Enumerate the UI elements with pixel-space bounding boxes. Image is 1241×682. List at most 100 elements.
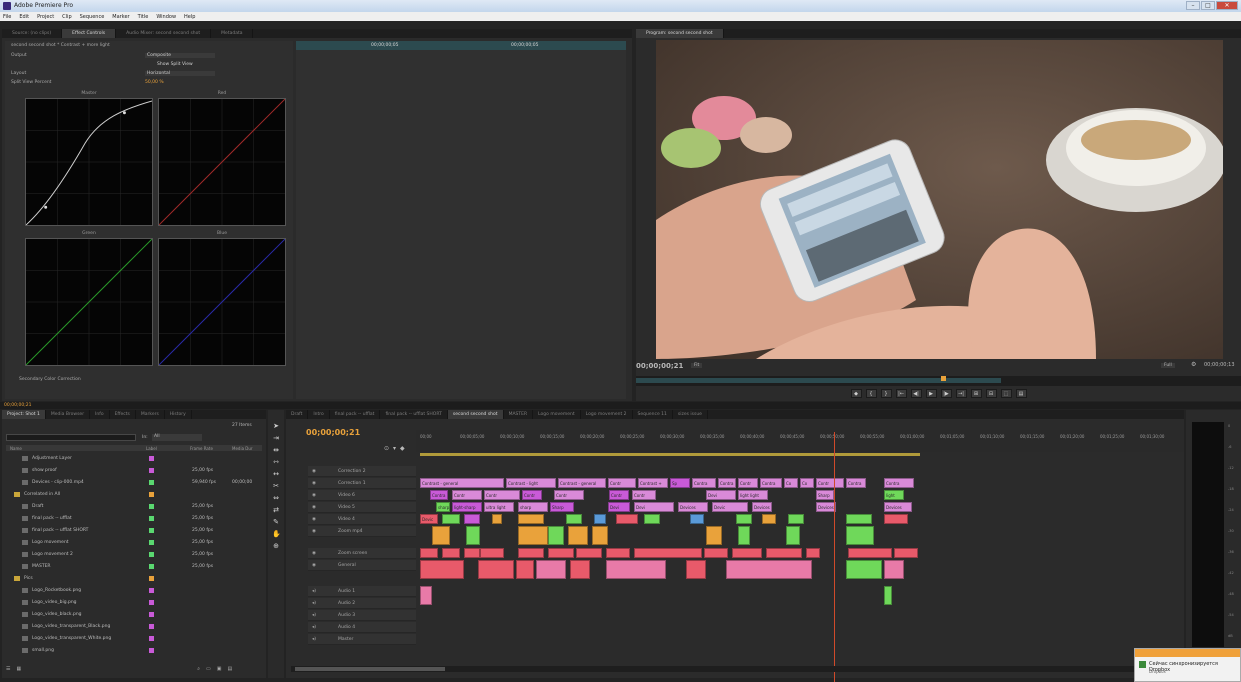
menu-help[interactable]: Help	[184, 14, 195, 20]
timeline-clip[interactable]	[492, 514, 502, 524]
tab-seq-intro[interactable]: Intro	[308, 410, 330, 419]
snap-icon[interactable]: ⊙	[384, 445, 389, 452]
timeline-clip[interactable]	[464, 548, 480, 558]
tab-source[interactable]: Source: (no clips)	[2, 29, 63, 38]
timeline-clip[interactable]	[644, 514, 660, 524]
tab-seq-final-pack[interactable]: final pack -- ufflat	[330, 410, 381, 419]
timeline-clip[interactable]	[686, 560, 706, 579]
timeline-clip[interactable]	[478, 560, 514, 579]
tab-project[interactable]: Project: Shot 1	[2, 410, 46, 419]
timeline-clip[interactable]	[432, 526, 450, 545]
label-color-chip[interactable]	[149, 624, 154, 629]
tab-program[interactable]: Program: second second shot	[636, 29, 724, 38]
project-item[interactable]: Adjustment Layer	[6, 454, 262, 464]
fit-dropdown[interactable]: Fit	[691, 363, 703, 368]
hand-tool-icon[interactable]: ✋	[272, 530, 281, 538]
eye-icon[interactable]: ◉	[312, 517, 316, 522]
timeline-ruler[interactable]: 00;00 00;00;05;00 00;00;10;00 00;00;15;00 00…	[416, 430, 1184, 452]
timeline-clip[interactable]: Contr	[522, 490, 542, 500]
master-curve[interactable]	[25, 98, 153, 226]
track-header[interactable]: ◉ Video 5	[308, 502, 416, 513]
timeline-clip[interactable]	[518, 526, 548, 545]
maximize-button[interactable]: □	[1201, 1, 1215, 10]
trash-icon[interactable]: ▤	[228, 666, 233, 675]
timeline-clip[interactable]: Devi	[634, 502, 674, 512]
slip-tool-icon[interactable]: ⇔	[272, 494, 280, 502]
tab-metadata[interactable]: Metadata	[211, 29, 254, 38]
play-button[interactable]: ▶	[925, 389, 937, 398]
project-item[interactable]: MASTER 25,00 fps	[6, 562, 262, 572]
step-back-button[interactable]: ◀|	[910, 389, 922, 398]
tab-effect-controls[interactable]: Effect Controls	[62, 29, 117, 38]
timeline-clip[interactable]: Devi	[706, 490, 736, 500]
menu-edit[interactable]: Edit	[19, 14, 29, 20]
tab-seq-logo-movement[interactable]: Logo movement	[533, 410, 581, 419]
timeline-clip[interactable]: ultra light	[484, 502, 514, 512]
timeline-clip[interactable]: Contrast - light	[506, 478, 556, 488]
timeline-clip[interactable]	[788, 514, 804, 524]
timeline-clip[interactable]: Devices	[678, 502, 708, 512]
project-item[interactable]: Logo_video_transparent_Black.png	[6, 622, 262, 632]
ripple-edit-tool-icon[interactable]: ⇹	[272, 446, 280, 454]
timeline-clip[interactable]: Devices	[884, 502, 912, 512]
project-item[interactable]: final pack -- ufflat 25,00 fps	[6, 514, 262, 524]
marker-icon[interactable]: ▾	[393, 445, 396, 452]
project-item[interactable]: Logo_video_transparent_White.png	[6, 634, 262, 644]
col-label[interactable]: Label	[146, 446, 157, 451]
close-button[interactable]: ✕	[1216, 1, 1238, 10]
col-name[interactable]: Name	[10, 446, 22, 451]
tab-seq-logo-movement-2[interactable]: Logo movement 2	[581, 410, 633, 419]
step-forward-button[interactable]: |▶	[940, 389, 952, 398]
timeline-clip[interactable]	[690, 514, 704, 524]
timeline-clip[interactable]: Devices	[816, 502, 836, 512]
tab-history[interactable]: History	[165, 410, 192, 419]
track-header[interactable]: ◉ Correction 1	[308, 478, 416, 489]
timeline-clip[interactable]	[420, 560, 464, 579]
timeline-clip[interactable]	[518, 548, 544, 558]
menu-clip[interactable]: Clip	[62, 14, 71, 20]
eye-icon[interactable]: ◉	[312, 493, 316, 498]
timeline-clip[interactable]	[894, 548, 918, 558]
label-color-chip[interactable]	[149, 504, 154, 509]
track-header[interactable]: ◉ General	[308, 560, 416, 571]
project-item[interactable]: Devices - clip-000.mp4 59,940 fps 00;00;00	[6, 478, 262, 488]
timeline-clip[interactable]	[884, 560, 904, 579]
go-to-out-button[interactable]: →|	[955, 389, 967, 398]
timeline-clip[interactable]	[606, 548, 630, 558]
timeline-clip[interactable]	[576, 548, 602, 558]
zoom-tool-icon[interactable]: ⊕	[272, 542, 280, 550]
project-item[interactable]: show proof 25,00 fps	[6, 466, 262, 476]
label-color-chip[interactable]	[149, 648, 154, 653]
timeline-clip[interactable]	[726, 560, 812, 579]
new-bin-icon[interactable]: ▭	[206, 666, 211, 675]
timeline-clip[interactable]: Contrast - general	[558, 478, 606, 488]
eye-icon[interactable]: ◉	[312, 551, 316, 556]
timeline-clip[interactable]: Contra	[718, 478, 736, 488]
eye-icon[interactable]: ◉	[312, 481, 316, 486]
slide-tool-icon[interactable]: ⇄	[272, 506, 280, 514]
track-header[interactable]: ◉ Video 6	[308, 490, 416, 501]
label-color-chip[interactable]	[149, 612, 154, 617]
label-color-chip[interactable]	[149, 468, 154, 473]
timeline-clip[interactable]: Contr	[484, 490, 520, 500]
timeline-clip[interactable]: Contra	[692, 478, 716, 488]
timeline-clip[interactable]	[566, 514, 582, 524]
timeline-clip[interactable]: Devic	[420, 514, 438, 524]
secondary-color-correction[interactable]: Secondary Color Correction	[19, 377, 81, 384]
go-to-in-button[interactable]: |←	[895, 389, 907, 398]
mark-in-button[interactable]: {	[865, 389, 877, 398]
settings-button[interactable]: ▤	[1015, 389, 1027, 398]
timeline-clip[interactable]	[518, 514, 544, 524]
timeline-clip[interactable]: sharp	[518, 502, 548, 512]
timeline-clip[interactable]: light light	[738, 490, 768, 500]
col-media-duration[interactable]: Media Dur	[232, 446, 253, 451]
eye-icon[interactable]: ◉	[312, 505, 316, 510]
timeline-clip[interactable]	[570, 560, 590, 579]
timeline-clip[interactable]: Co	[800, 478, 814, 488]
track-header[interactable]: ◉ Zoom screen	[308, 548, 416, 559]
speaker-icon[interactable]: ◂)	[312, 589, 316, 594]
timeline-scrollbar[interactable]	[291, 666, 1181, 672]
menu-title[interactable]: Title	[138, 14, 149, 20]
label-color-chip[interactable]	[149, 576, 154, 581]
speaker-icon[interactable]: ◂)	[312, 601, 316, 606]
